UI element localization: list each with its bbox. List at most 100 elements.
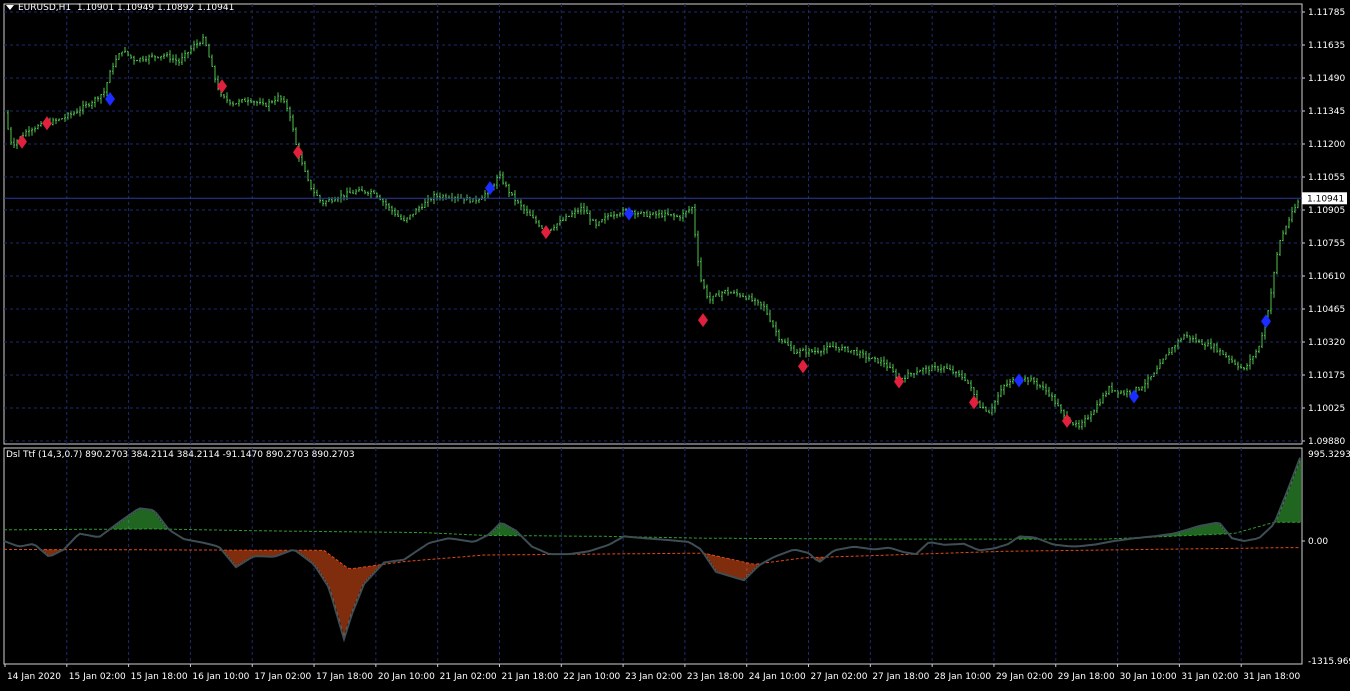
price-bar [256,100,258,106]
price-bar [1261,332,1263,349]
price-bar [601,219,603,223]
price-bar [991,403,993,416]
price-bar [646,210,648,218]
price-bar [670,214,672,217]
price-bar [250,98,252,104]
price-bar [916,367,918,375]
price-axis-label: 1.10320 [1308,338,1345,348]
price-bar [319,194,321,203]
price-bar [856,347,858,356]
price-bar [904,375,906,383]
price-bar [394,207,396,217]
price-axis-label: 1.10025 [1308,404,1345,414]
price-bar [706,284,708,299]
price-bar [352,189,354,194]
price-bar [115,54,117,68]
price-bar [730,291,732,294]
price-bar [1123,389,1125,396]
price-bar [1297,199,1299,209]
price-bar [424,198,426,208]
time-axis-label: 14 Jan 2020 [7,672,61,682]
price-bar [181,52,183,66]
price-bar [1171,347,1173,356]
price-bar [757,299,759,306]
price-bar [1030,375,1032,382]
price-bar [1036,377,1038,390]
price-bar [970,380,972,392]
price-bar [703,278,705,290]
price-axis-label: 1.10465 [1308,305,1345,315]
price-bar [925,365,927,374]
price-bar [958,370,960,378]
price-bar [136,59,138,62]
price-bar [1105,390,1107,398]
price-bar [454,196,456,204]
price-bar [1024,375,1026,383]
price-bar [667,208,669,216]
price-bar [691,206,693,215]
price-bar [847,346,849,353]
chart-canvas[interactable]: 14 Jan 2020 15 Jan 02:00 15 Jan 18:00 16 Ja… [0,0,1350,688]
price-bar [721,291,723,302]
buy-signal-diamond-icon [1261,314,1271,329]
price-bar [91,100,93,110]
price-bar [1159,358,1161,370]
price-bar [871,357,873,360]
price-bar [538,219,540,228]
price-bar [562,216,564,222]
price-bar [295,127,297,146]
price-bar [955,371,957,378]
price-bar [853,350,855,356]
price-bar [805,345,807,358]
price-bar [7,109,9,130]
price-bar [124,46,126,53]
price-bar [334,196,336,202]
price-bar [742,292,744,298]
time-axis-label: 16 Jan 10:00 [192,672,249,682]
price-bar [1084,414,1086,428]
time-axis-label: 29 Jan 02:00 [996,672,1053,682]
price-bar [244,97,246,102]
price-bar [673,213,675,221]
price-bar [364,190,366,195]
price-bar [106,81,108,97]
price-bar [943,365,945,373]
price-bar [532,210,534,219]
price-bar [655,210,657,219]
price-bar [607,213,609,221]
price-bar [112,62,114,75]
price-bar [937,365,939,373]
price-bar [517,199,519,204]
price-bar [919,369,921,373]
price-bar [1060,403,1062,414]
price-bar [964,373,966,382]
sub-window-frame [3,447,1303,665]
price-bar [418,205,420,213]
price-bar [439,192,441,201]
price-bar [1234,359,1236,366]
price-bar [619,212,621,218]
price-bar [85,101,87,109]
price-bar [1144,379,1146,392]
price-bar [178,58,180,66]
price-bar [751,293,753,302]
price-bar [1252,355,1254,365]
price-bar [1078,420,1080,430]
price-bar [817,347,819,354]
price-bar [961,370,963,381]
chart-window[interactable]: 14 Jan 2020 15 Jan 02:00 15 Jan 18:00 16 Ja… [0,0,1350,688]
price-bar [565,213,567,222]
price-bar [1288,216,1290,229]
price-bar [1225,351,1227,358]
price-bar [367,191,369,196]
price-bar [1168,347,1170,356]
price-bar [802,347,804,351]
price-bar [940,364,942,374]
price-bar [154,55,156,62]
price-bar [169,50,171,63]
price-bar [199,41,201,47]
price-bar [406,217,408,223]
price-bar [175,54,177,66]
price-bar [1000,384,1002,398]
dropdown-triangle-icon[interactable] [6,5,14,10]
